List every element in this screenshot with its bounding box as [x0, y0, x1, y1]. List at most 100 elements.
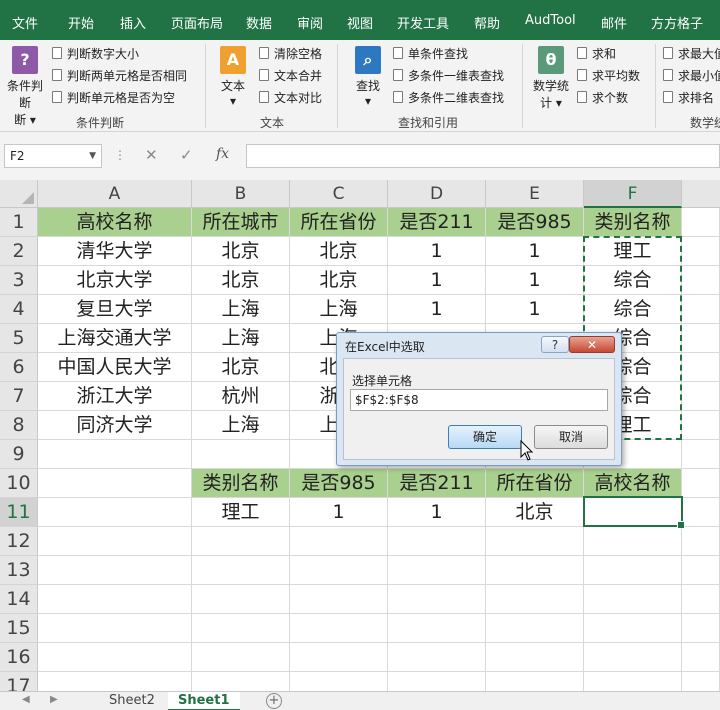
cell-f17[interactable] [584, 672, 682, 691]
tab-audtool[interactable]: AudTool [525, 13, 576, 28]
cell-e2[interactable]: 1 [486, 237, 584, 266]
min-button[interactable]: 求最小值 [663, 66, 720, 84]
cancel-x-icon[interactable]: ✕ [145, 146, 158, 164]
text-merge-button[interactable]: 文本合并 [259, 66, 322, 84]
cell-d14[interactable] [388, 585, 486, 614]
row-header-3[interactable]: 3 [0, 266, 38, 295]
cell-e16[interactable] [486, 643, 584, 672]
cell-a14[interactable] [38, 585, 192, 614]
row-header-15[interactable]: 15 [0, 614, 38, 643]
row-header-17[interactable]: 17 [0, 672, 38, 691]
cell-g1[interactable] [682, 208, 720, 237]
cell-g5[interactable] [682, 324, 720, 353]
cell-a1[interactable]: 高校名称 [38, 208, 192, 237]
cell-c17[interactable] [290, 672, 388, 691]
cell-c12[interactable] [290, 527, 388, 556]
cell-f15[interactable] [584, 614, 682, 643]
cell-b17[interactable] [192, 672, 290, 691]
select-all-corner[interactable] [0, 180, 38, 208]
cell-e15[interactable] [486, 614, 584, 643]
cell-d11[interactable]: 1 [388, 498, 486, 527]
cell-g11[interactable] [682, 498, 720, 527]
sheet-tab-sheet2[interactable]: Sheet2 [99, 692, 165, 710]
cell-g15[interactable] [682, 614, 720, 643]
row-header-14[interactable]: 14 [0, 585, 38, 614]
cell-g16[interactable] [682, 643, 720, 672]
cell-d4[interactable]: 1 [388, 295, 486, 324]
cell-d2[interactable]: 1 [388, 237, 486, 266]
cell-d17[interactable] [388, 672, 486, 691]
cell-d1[interactable]: 是否211 [388, 208, 486, 237]
cell-a13[interactable] [38, 556, 192, 585]
cell-b11[interactable]: 理工 [192, 498, 290, 527]
tab-insert[interactable]: 插入 [120, 13, 146, 32]
row-header-11[interactable]: 11 [0, 498, 38, 527]
column-header-f[interactable]: F [584, 180, 682, 208]
cell-e13[interactable] [486, 556, 584, 585]
cell-c11[interactable]: 1 [290, 498, 388, 527]
single-condition-lookup-button[interactable]: 单条件查找 [393, 44, 468, 62]
cell-b4[interactable]: 上海 [192, 295, 290, 324]
row-header-1[interactable]: 1 [0, 208, 38, 237]
row-header-10[interactable]: 10 [0, 469, 38, 498]
cell-e10[interactable]: 所在省份 [486, 469, 584, 498]
cell-b8[interactable]: 上海 [192, 411, 290, 440]
cell-c2[interactable]: 北京 [290, 237, 388, 266]
cell-b3[interactable]: 北京 [192, 266, 290, 295]
tab-developer[interactable]: 开发工具 [397, 13, 449, 32]
cell-a9[interactable] [38, 440, 192, 469]
math-stats-button[interactable]: θ 数学统 计 ▾ [528, 46, 574, 111]
column-header-b[interactable]: B [192, 180, 290, 208]
row-header-7[interactable]: 7 [0, 382, 38, 411]
text-button[interactable]: A 文本 ▾ [214, 46, 252, 108]
row-header-6[interactable]: 6 [0, 353, 38, 382]
close-button[interactable]: ✕ [569, 336, 615, 353]
cell-f2[interactable]: 理工 [584, 237, 682, 266]
cell-g10[interactable] [682, 469, 720, 498]
cell-f13[interactable] [584, 556, 682, 585]
row-header-5[interactable]: 5 [0, 324, 38, 353]
tab-mail[interactable]: 邮件 [601, 13, 627, 32]
cell-d13[interactable] [388, 556, 486, 585]
rank-button[interactable]: 求排名 [663, 88, 714, 106]
sheet-tab-sheet1[interactable]: Sheet1 [168, 692, 240, 710]
cell-a6[interactable]: 中国人民大学 [38, 353, 192, 382]
confirm-check-icon[interactable]: ✓ [180, 146, 193, 164]
add-sheet-icon[interactable]: + [266, 693, 282, 709]
column-header-a[interactable]: A [38, 180, 192, 208]
cell-a3[interactable]: 北京大学 [38, 266, 192, 295]
cell-b7[interactable]: 杭州 [192, 382, 290, 411]
ok-button[interactable]: 确定 [448, 425, 522, 449]
cell-f3[interactable]: 综合 [584, 266, 682, 295]
cell-f11[interactable] [584, 498, 682, 527]
column-header-c[interactable]: C [290, 180, 388, 208]
tab-data[interactable]: 数据 [246, 13, 272, 32]
average-button[interactable]: 求平均数 [577, 66, 640, 84]
cell-b9[interactable] [192, 440, 290, 469]
cell-e14[interactable] [486, 585, 584, 614]
scroll-left-icon[interactable]: ◀ [22, 694, 30, 705]
help-button[interactable]: ? [541, 336, 569, 353]
cell-c16[interactable] [290, 643, 388, 672]
multi-condition-1d-lookup-button[interactable]: 多条件一维表查找 [393, 66, 504, 84]
cell-f4[interactable]: 综合 [584, 295, 682, 324]
range-input[interactable] [350, 389, 608, 411]
judge-cells-equal-button[interactable]: 判断两单元格是否相同 [52, 66, 187, 84]
cell-g4[interactable] [682, 295, 720, 324]
sum-button[interactable]: 求和 [577, 44, 616, 62]
formula-input[interactable] [246, 144, 720, 168]
judge-cell-empty-button[interactable]: 判断单元格是否为空 [52, 88, 175, 106]
cell-c3[interactable]: 北京 [290, 266, 388, 295]
tab-fangfang[interactable]: 方方格子 [651, 13, 703, 32]
cell-g8[interactable] [682, 411, 720, 440]
cell-f10[interactable]: 高校名称 [584, 469, 682, 498]
cell-g3[interactable] [682, 266, 720, 295]
condition-judge-button[interactable]: ? 条件判断 断 ▾ [4, 46, 46, 128]
text-compare-button[interactable]: 文本对比 [259, 88, 322, 106]
cell-g7[interactable] [682, 382, 720, 411]
row-header-12[interactable]: 12 [0, 527, 38, 556]
cell-a5[interactable]: 上海交通大学 [38, 324, 192, 353]
cell-e3[interactable]: 1 [486, 266, 584, 295]
tab-page-layout[interactable]: 页面布局 [171, 13, 223, 32]
cell-a15[interactable] [38, 614, 192, 643]
